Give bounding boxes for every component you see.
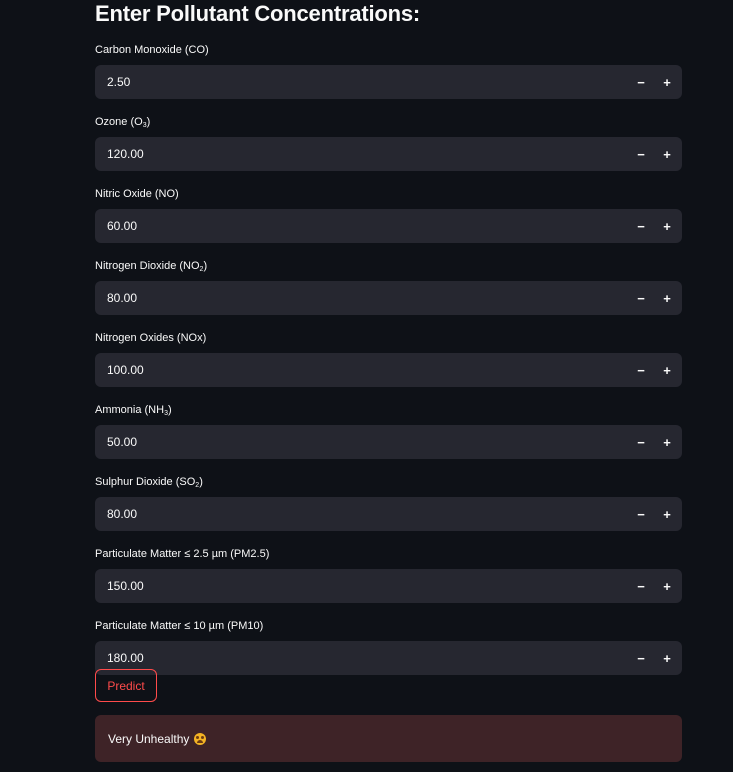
increment-button[interactable]: + — [654, 281, 680, 315]
increment-button[interactable]: + — [654, 137, 680, 171]
decrement-button[interactable]: − — [628, 641, 654, 675]
field-label: Nitrogen Oxides (NOx) — [95, 331, 682, 345]
field-label-text: Nitrogen Oxides (NOx) — [95, 332, 207, 344]
increment-button[interactable]: + — [654, 641, 680, 675]
field-label-text: Particulate Matter ≤ 2.5 µm (PM2.5) — [95, 548, 270, 560]
field-label-text: Carbon Monoxide (CO) — [95, 44, 209, 56]
increment-button[interactable]: + — [654, 569, 680, 603]
number-input[interactable] — [95, 496, 628, 532]
app-page: Enter Pollutant Concentrations: Carbon M… — [0, 0, 733, 772]
number-field: Particulate Matter ≤ 10 µm (PM10) −+ — [95, 619, 682, 689]
page-title: Enter Pollutant Concentrations: — [95, 1, 421, 26]
field-label-text: Sulphur Dioxide (SO — [95, 476, 196, 488]
pollutant-fields: Carbon Monoxide (CO)−+Ozone (O3)−+Nitric… — [95, 43, 682, 689]
field-label: Particulate Matter ≤ 10 µm (PM10) — [95, 619, 682, 633]
field-label: Nitrogen Dioxide (NO2) — [95, 259, 682, 273]
increment-button[interactable]: + — [654, 497, 680, 531]
number-field: Nitrogen Oxides (NOx) −+ — [95, 331, 682, 401]
decrement-button[interactable]: − — [628, 137, 654, 171]
number-input[interactable] — [95, 568, 628, 604]
decrement-button[interactable]: − — [628, 209, 654, 243]
number-input-container: −+ — [95, 64, 682, 100]
field-label-end: ) — [199, 476, 203, 488]
decrement-button[interactable]: − — [628, 353, 654, 387]
field-label-text: Nitric Oxide (NO) — [95, 188, 179, 200]
predict-button[interactable]: Predict — [95, 669, 157, 702]
number-input-container: −+ — [95, 208, 682, 244]
number-field: Ammonia (NH3) −+ — [95, 403, 682, 473]
number-input[interactable] — [95, 424, 628, 460]
number-input-container: −+ — [95, 352, 682, 388]
number-input-container: −+ — [95, 640, 682, 676]
number-field: Nitrogen Dioxide (NO2) −+ — [95, 259, 682, 329]
increment-button[interactable]: + — [654, 425, 680, 459]
field-label: Ozone (O3) — [95, 115, 682, 129]
field-label-text: Ammonia (NH — [95, 404, 165, 416]
field-label-text: Ozone (O — [95, 116, 143, 128]
number-field: Ozone (O3) −+ — [95, 115, 682, 185]
number-field: Nitric Oxide (NO) −+ — [95, 187, 682, 257]
result-alert: Very Unhealthy — [95, 715, 682, 762]
decrement-button[interactable]: − — [628, 65, 654, 99]
field-label: Sulphur Dioxide (SO2) — [95, 475, 682, 489]
number-input-container: −+ — [95, 424, 682, 460]
number-input[interactable] — [95, 208, 628, 244]
increment-button[interactable]: + — [654, 65, 680, 99]
number-input[interactable] — [95, 352, 628, 388]
number-input-container: −+ — [95, 280, 682, 316]
decrement-button[interactable]: − — [628, 497, 654, 531]
nauseated-face-icon — [194, 732, 207, 745]
field-label-text: Particulate Matter ≤ 10 µm (PM10) — [95, 620, 264, 632]
decrement-button[interactable]: − — [628, 569, 654, 603]
number-field: Particulate Matter ≤ 2.5 µm (PM2.5) −+ — [95, 547, 682, 617]
field-label-end: ) — [167, 404, 172, 416]
number-input[interactable] — [95, 136, 628, 172]
field-label: Particulate Matter ≤ 2.5 µm (PM2.5) — [95, 547, 682, 561]
number-field: Carbon Monoxide (CO) −+ — [95, 43, 682, 113]
number-input[interactable] — [95, 640, 628, 676]
decrement-button[interactable]: − — [628, 425, 654, 459]
result-text: Very Unhealthy — [108, 731, 190, 746]
number-input-container: −+ — [95, 496, 682, 532]
number-input-container: −+ — [95, 568, 682, 604]
field-label: Nitric Oxide (NO) — [95, 187, 682, 201]
number-input-container: −+ — [95, 136, 682, 172]
decrement-button[interactable]: − — [628, 281, 654, 315]
number-input[interactable] — [95, 280, 628, 316]
field-label: Ammonia (NH3) — [95, 403, 682, 417]
number-field: Sulphur Dioxide (SO2) −+ — [95, 475, 682, 545]
field-label-text: Nitrogen Dioxide (NO — [95, 260, 200, 272]
increment-button[interactable]: + — [654, 209, 680, 243]
main-content: Enter Pollutant Concentrations: Carbon M… — [95, 0, 682, 762]
increment-button[interactable]: + — [654, 353, 680, 387]
field-label: Carbon Monoxide (CO) — [95, 43, 682, 57]
field-label-end: ) — [203, 260, 208, 272]
number-input[interactable] — [95, 64, 628, 100]
field-label-end: ) — [146, 116, 151, 128]
